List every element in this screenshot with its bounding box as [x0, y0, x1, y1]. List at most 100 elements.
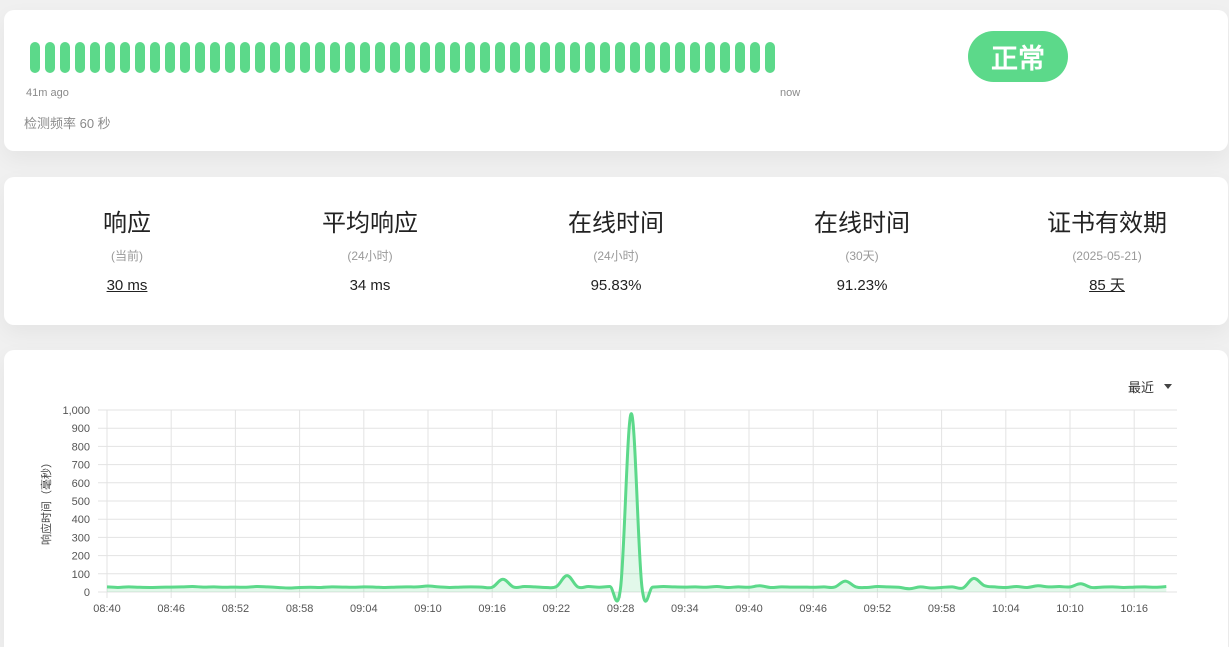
heartbeat-beat[interactable]	[345, 42, 355, 73]
heartbeat-beat[interactable]	[510, 42, 520, 73]
heartbeat-beat[interactable]	[615, 42, 625, 73]
heartbeat-beat[interactable]	[225, 42, 235, 73]
heartbeat-start-label: 41m ago	[26, 87, 69, 99]
heartbeat-beat[interactable]	[255, 42, 265, 73]
heartbeat-beat[interactable]	[180, 42, 190, 73]
x-tick-label: 09:46	[799, 603, 827, 615]
stat-title: 响应	[103, 209, 151, 237]
heartbeat-beat[interactable]	[540, 42, 550, 73]
stat-subtitle: (当前)	[111, 249, 143, 263]
stat-title: 证书有效期	[1047, 209, 1167, 237]
heartbeat-beat[interactable]	[285, 42, 295, 73]
y-tick-label: 700	[72, 460, 90, 472]
heartbeat-beat[interactable]	[105, 42, 115, 73]
x-tick-label: 10:16	[1120, 603, 1148, 615]
heartbeat-end-label: now	[780, 87, 801, 99]
stat-value-link[interactable]: 85 天	[984, 277, 1229, 295]
heartbeat-beat[interactable]	[750, 42, 760, 73]
heartbeat-beat[interactable]	[480, 42, 490, 73]
x-tick-label: 09:16	[478, 603, 506, 615]
heartbeat-beat[interactable]	[135, 42, 145, 73]
y-tick-label: 900	[72, 423, 90, 435]
x-tick-label: 09:10	[414, 603, 442, 615]
heartbeat-beat[interactable]	[75, 42, 85, 73]
heartbeat-beat[interactable]	[390, 42, 400, 73]
stat-value: 91.23%	[836, 277, 888, 294]
y-tick-label: 200	[72, 551, 90, 563]
heartbeat-beat[interactable]	[645, 42, 655, 73]
heartbeat-beat[interactable]	[300, 42, 310, 73]
y-tick-label: 300	[72, 532, 90, 544]
heartbeat-beat[interactable]	[660, 42, 670, 73]
x-tick-label: 09:58	[928, 603, 956, 615]
heartbeat-bar	[30, 42, 775, 73]
response-time-chart: 0 100 200 300 400 500 600 700 800 900 1,000 08:40 08…	[39, 405, 1177, 615]
heartbeat-beat[interactable]	[360, 42, 370, 73]
stat-uptime-24h: 在线时间 (24小时) 95.83%	[493, 207, 739, 295]
heartbeat-beat[interactable]	[765, 42, 775, 73]
heartbeat-beat[interactable]	[420, 42, 430, 73]
x-tick-label: 08:46	[157, 603, 185, 615]
check-interval-text: 检测频率 60 秒	[24, 116, 111, 131]
x-tick-label: 09:28	[607, 603, 635, 615]
heartbeat-beat[interactable]	[585, 42, 595, 73]
heartbeat-beat[interactable]	[120, 42, 130, 73]
x-tick-label: 09:04	[350, 603, 378, 615]
stat-cert-expiry: 证书有效期 (2025-05-21) 85 天	[984, 207, 1229, 295]
heartbeat-card: 41m ago now 检测频率 60 秒 正常	[4, 10, 1228, 151]
stat-value: 34 ms	[349, 277, 391, 294]
chart-series	[106, 412, 1167, 603]
x-tick-label: 09:52	[864, 603, 892, 615]
x-tick-label: 10:10	[1056, 603, 1084, 615]
stat-uptime-30d: 在线时间 (30天) 91.23%	[739, 207, 985, 295]
x-tick-label: 09:40	[735, 603, 763, 615]
heartbeat-beat[interactable]	[630, 42, 640, 73]
response-chart-card: 最近 0 100 200 300 400 500 600 700 800 900 1,000 08:4…	[4, 350, 1228, 647]
stat-value-link[interactable]: 30 ms	[4, 277, 250, 295]
heartbeat-beat[interactable]	[450, 42, 460, 73]
heartbeat-beat[interactable]	[435, 42, 445, 73]
heartbeat-beat[interactable]	[465, 42, 475, 73]
heartbeat-beat[interactable]	[150, 42, 160, 73]
heartbeat-beat[interactable]	[600, 42, 610, 73]
heartbeat-beat[interactable]	[690, 42, 700, 73]
stat-subtitle: (24小时)	[347, 249, 393, 263]
heartbeat-beat[interactable]	[705, 42, 715, 73]
heartbeat-beat[interactable]	[30, 42, 40, 73]
x-tick-label: 10:04	[992, 603, 1020, 615]
heartbeat-beat[interactable]	[210, 42, 220, 73]
heartbeat-beat[interactable]	[195, 42, 205, 73]
heartbeat-beat[interactable]	[525, 42, 535, 73]
heartbeat-beat[interactable]	[240, 42, 250, 73]
stat-subtitle: (30天)	[845, 249, 879, 263]
heartbeat-beat[interactable]	[735, 42, 745, 73]
heartbeat-beat[interactable]	[90, 42, 100, 73]
heartbeat-beat[interactable]	[495, 42, 505, 73]
heartbeat-beat[interactable]	[45, 42, 55, 73]
stats-card: 响应 (当前) 30 ms 平均响应 (24小时) 34 ms 在线时间 (24…	[4, 177, 1228, 325]
heartbeat-beat[interactable]	[570, 42, 580, 73]
heartbeat-beat[interactable]	[720, 42, 730, 73]
y-tick-label: 0	[84, 587, 90, 599]
heartbeat-beat[interactable]	[555, 42, 565, 73]
heartbeat-beat[interactable]	[330, 42, 340, 73]
y-tick-label: 400	[72, 514, 90, 526]
heartbeat-beat[interactable]	[270, 42, 280, 73]
status-badge: 正常	[968, 31, 1068, 82]
heartbeat-beat[interactable]	[675, 42, 685, 73]
x-tick-label: 08:52	[222, 603, 250, 615]
heartbeat-beat[interactable]	[375, 42, 385, 73]
stat-subtitle: (2025-05-21)	[1072, 249, 1142, 263]
heartbeat-beat[interactable]	[60, 42, 70, 73]
heartbeat-beat[interactable]	[315, 42, 325, 73]
stat-title: 在线时间	[568, 209, 664, 237]
heartbeat-beat[interactable]	[405, 42, 415, 73]
heartbeat-beat[interactable]	[165, 42, 175, 73]
y-tick-label: 100	[72, 569, 90, 581]
stat-title: 在线时间	[814, 209, 910, 237]
x-tick-label: 09:34	[671, 603, 699, 615]
x-tick-label: 08:40	[93, 603, 121, 615]
y-tick-label: 500	[72, 496, 90, 508]
x-tick-label: 09:22	[543, 603, 571, 615]
stat-subtitle: (24小时)	[593, 249, 639, 263]
